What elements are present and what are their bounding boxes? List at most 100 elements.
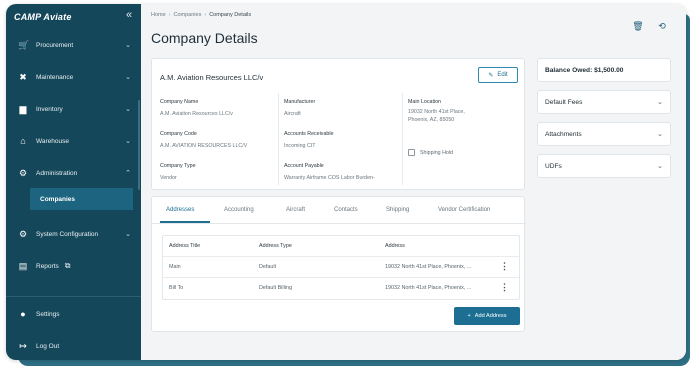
breadcrumb-current: Company Details: [209, 12, 252, 18]
sidebar-item-settings[interactable]: ● Settings: [6, 303, 141, 325]
attachments-panel[interactable]: Attachments ⌄: [537, 122, 671, 146]
column-header-address[interactable]: Address: [385, 243, 405, 249]
tab-shipping[interactable]: Shipping: [386, 207, 409, 213]
company-type-label: Company Type: [160, 163, 196, 169]
sidebar-scrollbar[interactable]: [138, 100, 140, 190]
shipping-hold[interactable]: Shipping Hold: [408, 149, 453, 156]
sidebar-item-label: Reports: [36, 262, 59, 270]
page-title: Company Details: [151, 30, 258, 46]
company-name-label: Company Name: [160, 99, 199, 105]
address-cell: 19032 North 41st Place, Phoenix, ...: [385, 264, 472, 270]
shipping-hold-checkbox[interactable]: [408, 149, 415, 156]
row-menu-icon[interactable]: ⋮: [500, 282, 509, 293]
table-row[interactable]: Main Default 19032 North 41st Place, Pho…: [163, 257, 519, 278]
sidebar-item-label: Administration: [36, 169, 78, 177]
tab-aircraft[interactable]: Aircraft: [286, 207, 305, 213]
gear-icon: ⚙: [18, 229, 28, 239]
add-address-button[interactable]: + Add Address: [454, 307, 520, 325]
pencil-icon: ✎: [488, 72, 494, 79]
sidebar-item-log-out[interactable]: ↦ Log Out: [6, 335, 141, 357]
chevron-down-icon: ⌄: [657, 131, 663, 138]
sidebar-item-companies[interactable]: Companies: [30, 188, 133, 210]
edit-button-label: Edit: [497, 72, 508, 78]
breadcrumb-separator: ›: [204, 12, 207, 18]
sidebar-item-maintenance[interactable]: ✖ Maintenance ⌄: [6, 66, 141, 88]
external-link-icon: ⧉: [64, 261, 71, 270]
breadcrumb-companies[interactable]: Companies: [174, 12, 202, 18]
company-tabs-card: Addresses Accounting Aircraft Contacts S…: [151, 196, 526, 332]
default-fees-panel[interactable]: Default Fees ⌄: [537, 90, 671, 114]
chevron-down-icon: ⌄: [657, 163, 663, 170]
accounts-receivable-value: Incoming CIT: [284, 143, 316, 149]
balance-owed-card: Balance Owed: $1,500.00: [537, 58, 671, 82]
sidebar-item-inventory[interactable]: ▆ Inventory ⌄: [6, 98, 141, 120]
add-address-label: Add Address: [474, 313, 507, 319]
history-icon[interactable]: ⟲: [656, 20, 668, 32]
chevron-down-icon: ⌄: [657, 99, 663, 106]
udfs-panel[interactable]: UDFs ⌄: [537, 154, 671, 178]
logout-icon: ↦: [19, 341, 27, 351]
chevron-up-icon: ⌃: [125, 170, 131, 177]
main-location-line2: Phoenix, AZ, 85050: [408, 117, 455, 123]
sidebar-item-warehouse[interactable]: ⌂ Warehouse ⌄: [6, 130, 141, 152]
tab-vendor-certification[interactable]: Vendor Certification: [438, 207, 490, 213]
tools-icon: ✖: [19, 72, 27, 82]
main-location-label: Main Location: [408, 99, 441, 105]
column-divider: [402, 93, 403, 185]
manufacturer-value: Aircraft: [284, 111, 301, 117]
column-divider: [278, 93, 279, 185]
sidebar-item-label: Maintenance: [36, 73, 74, 81]
sidebar: CAMP Aviate « 🛒 Procurement ⌄ ✖ Maintena…: [6, 4, 141, 360]
address-table: Address Title Address Type Address Main …: [162, 235, 520, 300]
collapse-sidebar-icon[interactable]: «: [126, 9, 132, 21]
admin-icon: ⚙: [18, 168, 28, 178]
row-menu-icon[interactable]: ⋮: [500, 261, 509, 272]
report-icon: ▤: [18, 261, 28, 271]
account-payable-value: Warranty Airframe COS Labor Burden-: [284, 175, 375, 181]
manufacturer-label: Manufacturer: [284, 99, 316, 105]
app-window: CAMP Aviate « 🛒 Procurement ⌄ ✖ Maintena…: [6, 4, 686, 360]
inventory-icon: ▆: [19, 104, 27, 114]
sidebar-item-label: Warehouse: [36, 137, 69, 145]
chevron-down-icon: ⌄: [125, 138, 131, 145]
breadcrumb-separator: ›: [168, 12, 171, 18]
address-title-cell: Bill To: [169, 285, 184, 291]
tab-addresses[interactable]: Addresses: [166, 207, 194, 213]
sidebar-item-procurement[interactable]: 🛒 Procurement ⌄: [6, 34, 141, 56]
address-title-cell: Main: [169, 264, 181, 270]
chevron-down-icon: ⌄: [125, 231, 131, 238]
default-fees-title: Default Fees: [545, 99, 583, 106]
company-type-value: Vendor: [160, 175, 177, 181]
company-summary-card: A.M. Aviation Resources LLC/v ✎ Edit Com…: [151, 58, 525, 190]
shipping-hold-label: Shipping Hold: [420, 149, 453, 156]
account-payable-label: Account Payable: [284, 163, 324, 169]
address-cell: 19032 North 41st Place, Phoenix, ...: [385, 285, 472, 291]
breadcrumb-home[interactable]: Home: [151, 12, 166, 18]
cart-icon: 🛒: [18, 40, 30, 50]
sidebar-divider: [6, 296, 141, 297]
sidebar-item-system-configuration[interactable]: ⚙ System Configuration ⌄: [6, 223, 141, 245]
edit-button[interactable]: ✎ Edit: [478, 67, 518, 83]
accounts-receivable-label: Accounts Receivable: [284, 131, 334, 137]
sidebar-item-label: Settings: [36, 310, 60, 318]
sidebar-item-reports[interactable]: ▤ Reports ⧉: [6, 255, 141, 277]
page-actions: 🗑 ⟲: [632, 20, 668, 32]
tab-accounting[interactable]: Accounting: [224, 207, 254, 213]
chevron-down-icon: ⌄: [125, 42, 131, 49]
sidebar-item-label: Procurement: [36, 41, 74, 49]
main-content: Home › Companies › Company Details Compa…: [141, 4, 686, 360]
delete-icon[interactable]: 🗑: [632, 20, 644, 32]
company-name-heading: A.M. Aviation Resources LLC/v: [160, 73, 264, 82]
table-header-row: Address Title Address Type Address: [163, 236, 519, 257]
sidebar-item-administration[interactable]: ⚙ Administration ⌃: [6, 162, 141, 184]
column-header-address-title[interactable]: Address Title: [169, 243, 200, 249]
table-row[interactable]: Bill To Default Billing 19032 North 41st…: [163, 278, 519, 299]
tab-contacts[interactable]: Contacts: [334, 207, 358, 213]
settings-avatar-icon: ●: [20, 309, 26, 319]
address-type-cell: Default Billing: [259, 285, 292, 291]
warehouse-icon: ⌂: [20, 136, 26, 146]
column-header-address-type[interactable]: Address Type: [259, 243, 292, 249]
tab-divider: [152, 223, 526, 224]
attachments-title: Attachments: [545, 131, 582, 138]
company-code-value: A.M. AVIATION RESOURCES LLC/V: [160, 143, 248, 149]
